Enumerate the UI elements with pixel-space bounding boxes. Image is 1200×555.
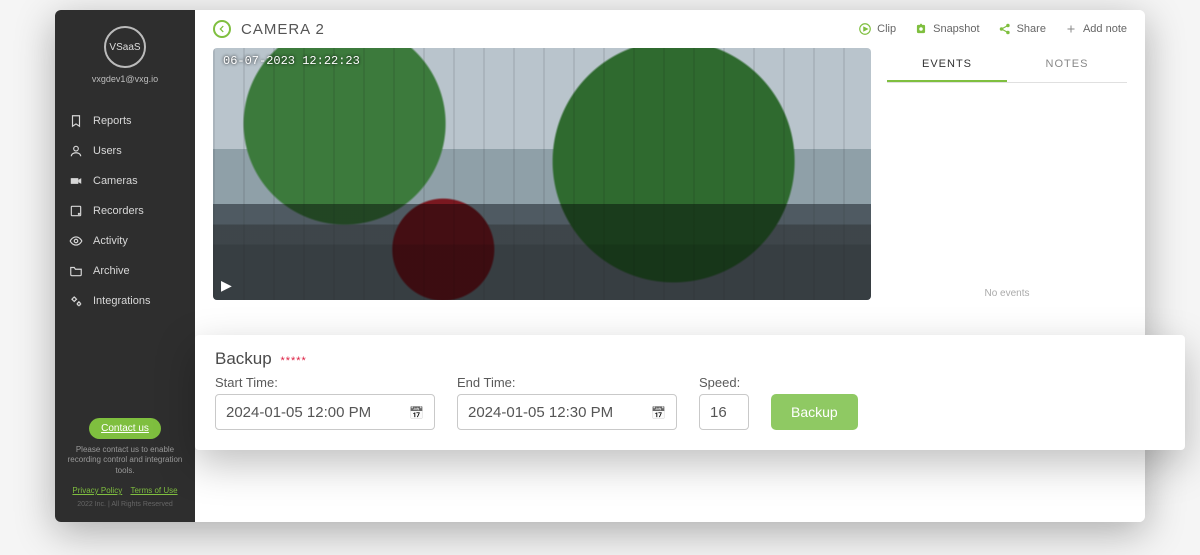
bookmark-icon xyxy=(69,114,83,128)
brand: VSaaS vxgdev1@vxg.io xyxy=(55,10,195,92)
sidebar-item-label: Cameras xyxy=(93,175,138,187)
sidebar-item-reports[interactable]: Reports xyxy=(55,106,195,136)
snapshot-action[interactable]: Snapshot xyxy=(914,22,979,36)
share-label: Share xyxy=(1017,23,1046,35)
page-title: CAMERA 2 xyxy=(241,21,325,38)
sidebar-item-label: Activity xyxy=(93,235,128,247)
share-icon xyxy=(998,22,1012,36)
speed-value: 16 xyxy=(710,404,727,421)
privacy-link[interactable]: Privacy Policy xyxy=(72,486,122,495)
share-action[interactable]: Share xyxy=(998,22,1046,36)
backup-popup: Backup ***** Start Time: 2024-01-05 12:0… xyxy=(195,335,1185,450)
user-icon xyxy=(69,144,83,158)
add-note-label: Add note xyxy=(1083,23,1127,35)
brand-email: vxgdev1@vxg.io xyxy=(92,74,158,84)
required-marker: ***** xyxy=(280,355,306,367)
sidebar-item-activity[interactable]: Activity xyxy=(55,226,195,256)
brand-logo: VSaaS xyxy=(104,26,146,68)
play-button[interactable]: ▶ xyxy=(221,277,232,294)
back-button[interactable] xyxy=(213,20,231,38)
terms-link[interactable]: Terms of Use xyxy=(130,486,177,495)
recorder-icon xyxy=(69,204,83,218)
tab-notes[interactable]: NOTES xyxy=(1007,48,1127,82)
eye-icon xyxy=(69,234,83,248)
camera-icon xyxy=(69,174,83,188)
clip-label: Clip xyxy=(877,23,896,35)
backup-popup-title: Backup ***** xyxy=(215,349,1165,369)
end-time-value: 2024-01-05 12:30 PM xyxy=(468,404,613,421)
sidebar-item-users[interactable]: Users xyxy=(55,136,195,166)
sidebar-item-label: Integrations xyxy=(93,295,150,307)
plus-icon xyxy=(1064,22,1078,36)
speed-field: Speed: 16 xyxy=(699,375,749,430)
start-time-input[interactable]: 2024-01-05 12:00 PM xyxy=(215,394,435,430)
end-time-field: End Time: 2024-01-05 12:30 PM xyxy=(457,375,677,430)
snapshot-icon xyxy=(914,22,928,36)
content: 06-07-2023 12:22:23 ▶ Backup ***** Start… xyxy=(195,48,1145,522)
sidebar-footer: Contact us Please contact us to enable r… xyxy=(55,406,195,522)
sidebar-item-label: Reports xyxy=(93,115,132,127)
start-time-field: Start Time: 2024-01-05 12:00 PM xyxy=(215,375,435,430)
speed-label: Speed: xyxy=(699,375,749,390)
backup-popup-title-text: Backup xyxy=(215,349,272,368)
video-feed[interactable]: 06-07-2023 12:22:23 ▶ xyxy=(213,48,871,300)
sidebar: VSaaS vxgdev1@vxg.io Reports Users Camer… xyxy=(55,10,195,522)
start-time-label: Start Time: xyxy=(215,375,435,390)
top-actions: Clip Snapshot Share Add note xyxy=(858,22,1127,36)
sidebar-item-archive[interactable]: Archive xyxy=(55,256,195,286)
topbar: CAMERA 2 Clip Snapshot Share Add note xyxy=(195,10,1145,48)
play-circle-icon xyxy=(858,22,872,36)
contact-us-button[interactable]: Contact us xyxy=(89,418,161,439)
sidebar-item-label: Archive xyxy=(93,265,130,277)
clip-action[interactable]: Clip xyxy=(858,22,896,36)
start-time-value: 2024-01-05 12:00 PM xyxy=(226,404,371,421)
sidebar-nav: Reports Users Cameras Recorders Activity… xyxy=(55,106,195,316)
backup-button[interactable]: Backup xyxy=(771,394,858,430)
tab-events[interactable]: EVENTS xyxy=(887,48,1007,82)
gears-icon xyxy=(69,294,83,308)
sidebar-item-recorders[interactable]: Recorders xyxy=(55,196,195,226)
calendar-icon[interactable] xyxy=(651,404,666,421)
sidebar-item-label: Recorders xyxy=(93,205,144,217)
copyright: 2022 Inc. | All Rights Reserved xyxy=(65,501,185,508)
folder-icon xyxy=(69,264,83,278)
tabs: EVENTS NOTES xyxy=(887,48,1127,83)
sidebar-item-label: Users xyxy=(93,145,122,157)
add-note-action[interactable]: Add note xyxy=(1064,22,1127,36)
speed-input[interactable]: 16 xyxy=(699,394,749,430)
sidebar-item-cameras[interactable]: Cameras xyxy=(55,166,195,196)
end-time-label: End Time: xyxy=(457,375,677,390)
contact-text: Please contact us to enable recording co… xyxy=(65,445,185,476)
end-time-input[interactable]: 2024-01-05 12:30 PM xyxy=(457,394,677,430)
legal-links: Privacy Policy Terms of Use xyxy=(65,486,185,495)
sidebar-item-integrations[interactable]: Integrations xyxy=(55,286,195,316)
calendar-icon[interactable] xyxy=(409,404,424,421)
snapshot-label: Snapshot xyxy=(933,23,979,35)
video-timestamp: 06-07-2023 12:22:23 xyxy=(223,54,360,68)
